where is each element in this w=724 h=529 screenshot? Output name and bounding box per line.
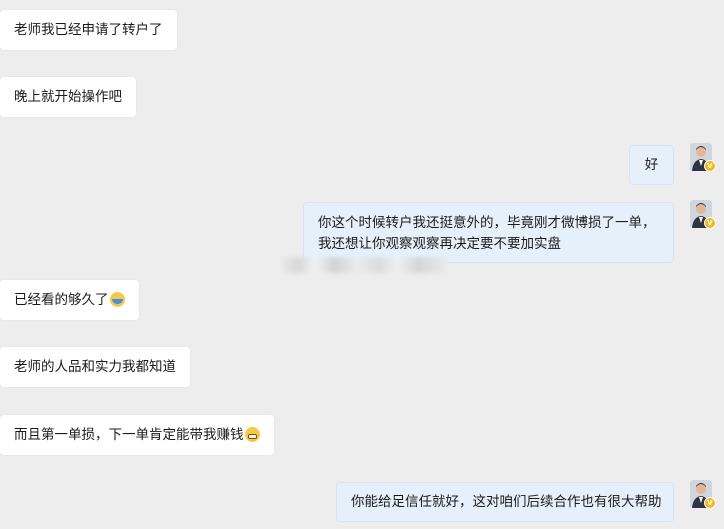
message-bubble-left[interactable]: 老师的人品和实力我都知道: [0, 347, 190, 387]
message-text: 老师的人品和实力我都知道: [14, 359, 176, 375]
message-text: 已经看的够久了: [14, 292, 109, 308]
message-bubble-left[interactable]: 晚上就开始操作吧: [0, 77, 136, 117]
avatar[interactable]: V: [690, 200, 716, 229]
verified-badge-icon: V: [704, 497, 716, 509]
avatar[interactable]: V: [690, 480, 716, 509]
sweat-smile-icon: [109, 292, 125, 307]
message-bubble-right[interactable]: 你能给足信任就好，这对咱们后续合作也有很大帮助: [336, 482, 674, 522]
message-bubble-right[interactable]: 好: [629, 145, 674, 185]
blurred-overlay: [282, 257, 448, 273]
message-text-line: 我还想让你观察观察再决定要不要加实盘: [318, 236, 561, 252]
message-bubble-left[interactable]: 已经看的够久了: [0, 280, 139, 320]
message-text: 老师我已经申请了转户了: [14, 22, 163, 38]
message-bubble-right[interactable]: 你这个时候转户我还挺意外的，毕竟刚才微博损了一单， 我还想让你观察观察再决定要不…: [303, 202, 674, 263]
message-text: 好: [644, 157, 659, 173]
message-bubble-left[interactable]: 而且第一单损，下一单肯定能带我赚钱: [0, 415, 274, 455]
avatar[interactable]: V: [690, 143, 716, 172]
message-text: 你能给足信任就好，这对咱们后续合作也有很大帮助: [351, 494, 662, 510]
message-text-line: 你这个时候转户我还挺意外的，毕竟刚才微博损了一单，: [318, 215, 656, 231]
message-text: 而且第一单损，下一单肯定能带我赚钱: [14, 427, 244, 443]
verified-badge-icon: V: [704, 160, 716, 172]
message-bubble-left[interactable]: 老师我已经申请了转户了: [0, 10, 177, 50]
verified-badge-icon: V: [704, 217, 716, 229]
grin-icon: [244, 427, 260, 442]
message-text: 晚上就开始操作吧: [14, 89, 122, 105]
